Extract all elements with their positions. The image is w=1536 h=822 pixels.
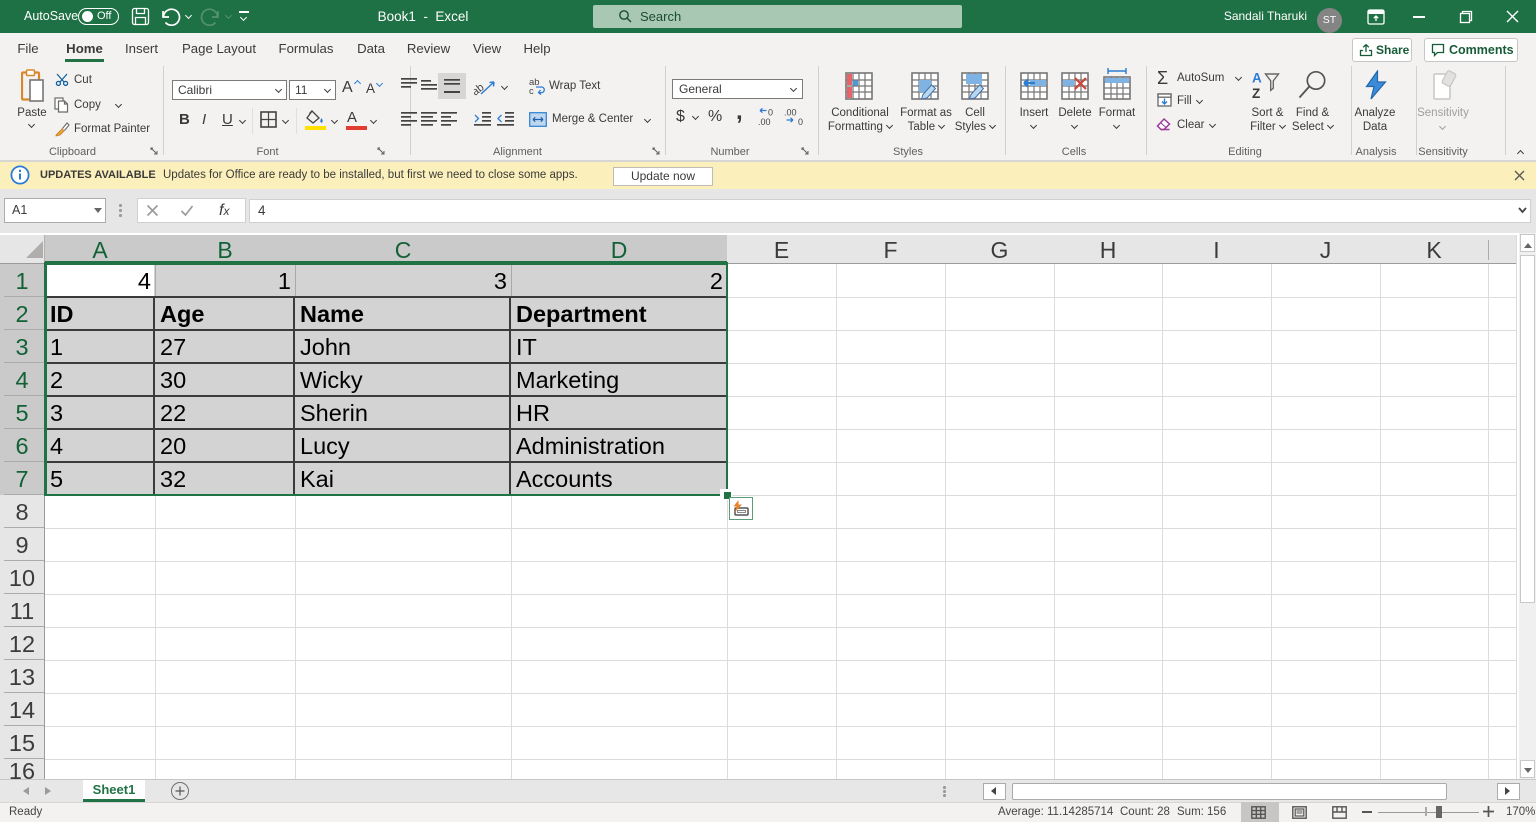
svg-text:ab: ab — [474, 81, 487, 97]
svg-text:Z: Z — [1252, 86, 1260, 100]
svg-text:.00: .00 — [784, 108, 797, 118]
svg-text:0: 0 — [768, 108, 773, 118]
svg-text:0: 0 — [798, 117, 803, 126]
svg-text:A: A — [1252, 71, 1262, 86]
svg-text:.00: .00 — [758, 117, 771, 126]
svg-text:c: c — [529, 86, 534, 95]
